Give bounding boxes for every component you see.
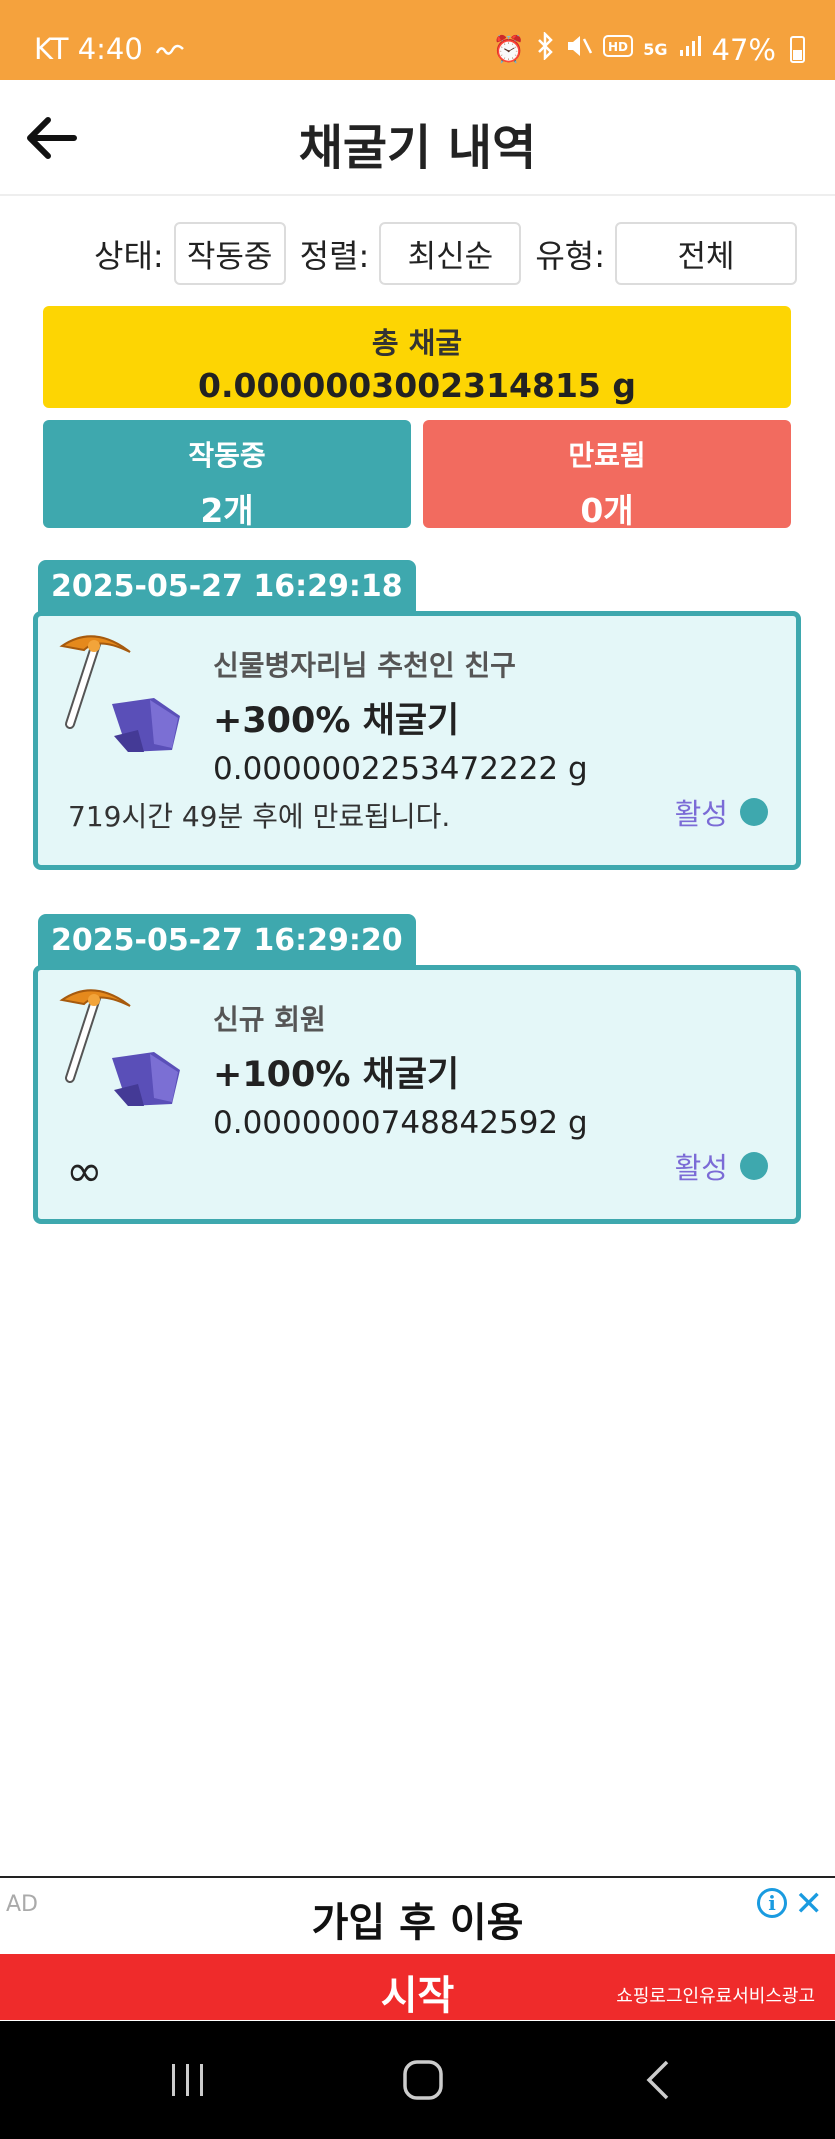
app-header: 채굴기 내역: [0, 80, 835, 196]
type-filter-select[interactable]: 전체: [615, 222, 798, 285]
active-label: 작동중: [188, 439, 266, 472]
network-type: 5G: [643, 40, 668, 59]
sort-filter-select[interactable]: 최신순: [379, 222, 522, 285]
total-mined-label: 총 채굴: [371, 326, 463, 360]
battery-icon: [790, 36, 805, 63]
type-filter-label: 유형:: [535, 236, 606, 275]
page-title: 채굴기 내역: [298, 120, 537, 176]
signal-icon: [678, 34, 702, 65]
pickaxe-rock-icon: [54, 626, 194, 766]
sort-filter-label: 정렬:: [299, 236, 370, 275]
alarm-icon: ⏰: [492, 34, 526, 65]
chevron-left-icon: [646, 2060, 669, 2100]
total-mined-value: 0.0000003002314815 g: [198, 366, 636, 405]
recents-icon: [172, 2064, 203, 2096]
miner-status: 활성: [675, 791, 768, 833]
link-icon: [155, 34, 185, 64]
hd-icon: HD: [603, 34, 634, 65]
miner-expiry: 719시간 49분 후에 만료됩니다.: [68, 800, 451, 833]
status-filter-select[interactable]: 작동중: [173, 222, 286, 285]
miner-date-tab: 2025-05-27 16:29:18: [38, 560, 416, 612]
expired-count: 0개: [580, 491, 634, 530]
mute-icon: [565, 33, 593, 66]
miner-amount: 0.0000002253472222 g: [213, 751, 588, 787]
svg-text:HD: HD: [608, 40, 628, 54]
miner-boost: +100% 채굴기: [213, 1055, 460, 1095]
miner-amount: 0.0000000748842592 g: [213, 1105, 588, 1141]
ad-subtext: 쇼핑로그인유료서비스광고: [616, 1986, 815, 2007]
home-icon: [403, 2060, 443, 2100]
ad-start-button[interactable]: 시작 쇼핑로그인유료서비스광고: [0, 1954, 835, 2020]
info-icon[interactable]: i: [757, 1888, 787, 1918]
ad-banner[interactable]: AD 가입 후 이용 i ✕ 시작 쇼핑로그인유료서비스광고: [0, 1876, 835, 2021]
active-count-box[interactable]: 작동중 2개: [43, 420, 411, 530]
carrier-time: KT 4:40: [34, 32, 143, 66]
miner-status-text: 활성: [674, 1151, 728, 1185]
miner-boost: +300% 채굴기: [213, 701, 460, 741]
status-dot-icon: [740, 798, 768, 826]
miner-source: 신규 회원: [213, 1003, 326, 1036]
home-button[interactable]: [393, 2055, 453, 2105]
infinity-icon: ∞: [66, 1146, 103, 1197]
miner-card[interactable]: 신물병자리님 추천인 친구 +300% 채굴기 0.00000022534722…: [33, 611, 801, 870]
miner-status: 활성: [675, 1145, 768, 1187]
system-nav-bar: [0, 2021, 835, 2139]
miner-status-text: 활성: [674, 797, 728, 831]
recent-apps-button[interactable]: [158, 2055, 218, 2105]
filter-row: 상태: 작동중 정렬: 최신순 유형: 전체: [94, 222, 811, 285]
status-dot-icon: [740, 1152, 768, 1180]
expired-count-box[interactable]: 만료됨 0개: [423, 420, 791, 530]
total-mined-box: 총 채굴 0.0000003002314815 g: [43, 306, 791, 408]
miner-card[interactable]: 신규 회원 +100% 채굴기 0.0000000748842592 g ∞ 활…: [33, 965, 801, 1224]
status-filter-label: 상태:: [94, 236, 164, 275]
expired-label: 만료됨: [568, 439, 646, 472]
bluetooth-icon: [535, 30, 555, 67]
close-icon[interactable]: ✕: [795, 1884, 824, 1924]
pickaxe-rock-icon: [54, 980, 194, 1120]
miner-date-tab: 2025-05-27 16:29:20: [38, 914, 416, 966]
battery-percent: 47%: [711, 32, 776, 67]
miner-source: 신물병자리님 추천인 친구: [213, 649, 516, 682]
ad-headline[interactable]: 가입 후 이용: [0, 1890, 835, 1948]
system-back-button[interactable]: [628, 2055, 688, 2105]
active-count: 2개: [200, 491, 254, 530]
status-bar: KT 4:40 ⏰ HD 5G 47%: [0, 0, 835, 80]
